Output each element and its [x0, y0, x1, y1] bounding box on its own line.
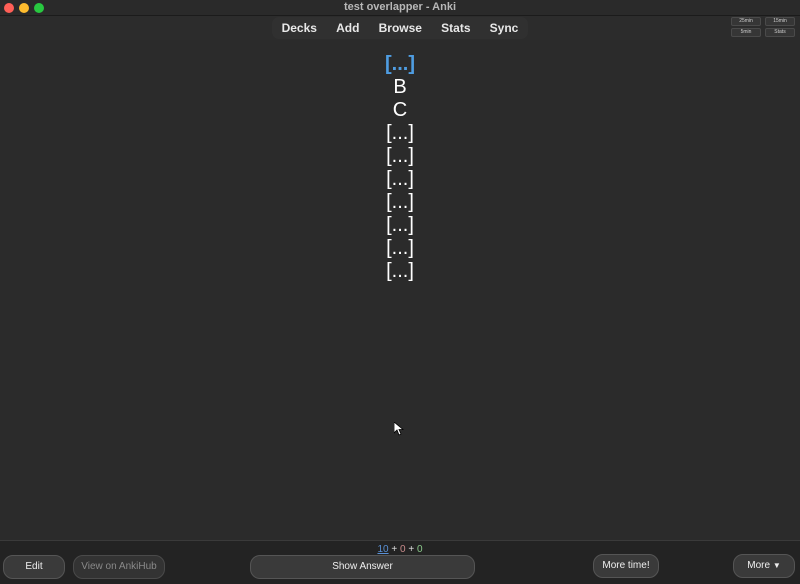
- chevron-down-icon: ▼: [772, 561, 781, 570]
- show-answer-button[interactable]: Show Answer: [250, 555, 475, 579]
- toolbar-stats[interactable]: Stats: [441, 21, 470, 35]
- card-content: [...] B C [...] [...] [...] [...] [...] [...] [..…: [0, 53, 800, 283]
- timer-25min-button[interactable]: 25min: [731, 17, 761, 26]
- top-toolbar: Decks Add Browse Stats Sync: [272, 17, 528, 39]
- review-count: 0: [416, 544, 423, 555]
- toolbar-sync[interactable]: Sync: [490, 21, 519, 35]
- timer-stats-button[interactable]: Stats: [765, 28, 795, 37]
- card-line: [...]: [386, 191, 414, 213]
- card-line: [...]: [386, 237, 414, 259]
- card-line: [...]: [386, 168, 414, 190]
- view-on-ankihub-button[interactable]: View on AnkiHub: [73, 555, 165, 579]
- toolbar-decks[interactable]: Decks: [282, 21, 317, 35]
- card-line: [...]: [386, 260, 414, 282]
- bottom-bar: 10 + 0 + 0 Edit View on AnkiHub Show Ans…: [0, 540, 800, 584]
- timer-15min-button[interactable]: 15min: [765, 17, 795, 26]
- count-separator: +: [405, 544, 417, 555]
- edit-button[interactable]: Edit: [3, 555, 65, 579]
- card-line: C: [392, 99, 408, 121]
- count-separator: +: [388, 544, 400, 555]
- cloze-active: [...]: [385, 53, 415, 75]
- title-bar: test overlapper - Anki: [0, 0, 800, 16]
- card-line: [...]: [386, 214, 414, 236]
- toolbar-add[interactable]: Add: [336, 21, 359, 35]
- anki-window: test overlapper - Anki Decks Add Browse …: [0, 0, 800, 584]
- window-title: test overlapper - Anki: [343, 1, 457, 13]
- card-line: [...]: [386, 122, 414, 144]
- card-line: B: [393, 76, 407, 98]
- toolbar-browse[interactable]: Browse: [379, 21, 422, 35]
- card-line: [...]: [386, 145, 414, 167]
- more-time-button[interactable]: More time!: [593, 554, 659, 578]
- mouse-cursor-icon: [394, 422, 404, 436]
- more-label: More: [747, 560, 771, 571]
- timer-5min-button[interactable]: 5min: [731, 28, 761, 37]
- more-button[interactable]: More ▼: [733, 554, 795, 578]
- new-count[interactable]: 10: [377, 544, 388, 555]
- review-area: [...] B C [...] [...] [...] [...] [...] [...] [..…: [0, 40, 800, 540]
- due-counts: 10 + 0 + 0: [0, 544, 800, 555]
